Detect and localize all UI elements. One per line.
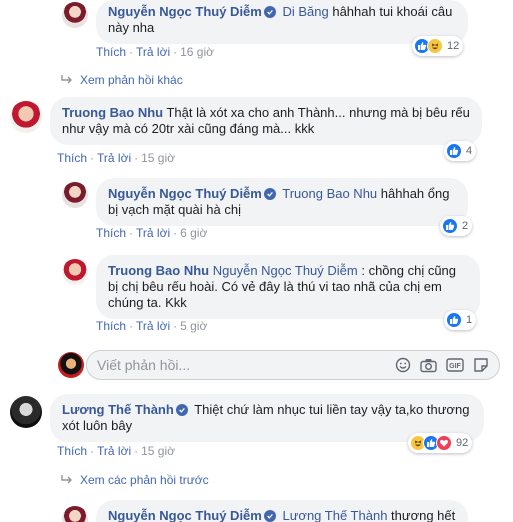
comment-bubble: Truong Bao Nhu Nguyễn Ngọc Thuý Diễm : c… — [96, 255, 480, 319]
mention-link[interactable]: Lương Thế Thành — [282, 508, 387, 522]
avatar[interactable] — [10, 396, 42, 428]
comment-bubble: Truong Bao Nhu Thật là xót xa cho anh Th… — [50, 97, 482, 145]
reply-composer: GIF — [86, 350, 500, 380]
sticker-icon[interactable] — [473, 357, 489, 373]
emoji-icon[interactable] — [395, 357, 411, 373]
reaction-summary[interactable]: 92 — [408, 433, 473, 453]
avatar[interactable] — [62, 2, 88, 28]
comment-author[interactable]: Nguyễn Ngọc Thuý Diễm — [108, 508, 262, 522]
avatar[interactable] — [62, 182, 88, 208]
comment-reply: Nguyễn Ngọc Thuý Diễm Lương Thế Thành th… — [62, 500, 468, 522]
comment-actions: Thích · Trả lời · 15 giờ — [57, 151, 175, 165]
avatar[interactable] — [62, 259, 88, 285]
comment-time[interactable]: 6 giờ — [180, 226, 207, 240]
verified-badge-icon — [263, 6, 276, 18]
comment-author[interactable]: Nguyễn Ngọc Thuý Diễm — [108, 4, 262, 19]
reaction-count: 1 — [466, 314, 473, 326]
comment-bubble: Nguyễn Ngọc Thuý Diễm Truong Bao Nhu hâh… — [96, 178, 468, 226]
comment-actions: Thích · Trả lời · 16 giờ — [96, 45, 214, 59]
current-user-avatar — [58, 352, 84, 378]
like-link[interactable]: Thích — [96, 319, 126, 333]
verified-badge-icon — [263, 510, 276, 522]
comment-time[interactable]: 15 giờ — [141, 444, 175, 458]
like-reaction-icon — [446, 312, 462, 328]
reply-arrow-icon — [61, 75, 72, 84]
reply-link[interactable]: Trả lời — [97, 444, 131, 458]
reaction-count: 4 — [466, 145, 473, 157]
like-link[interactable]: Thích — [96, 45, 126, 59]
haha-reaction-icon — [427, 38, 443, 54]
reply-link[interactable]: Trả lời — [136, 226, 170, 240]
comment-actions: Thích · Trả lời · 15 giờ — [57, 444, 175, 458]
like-link[interactable]: Thích — [96, 226, 126, 240]
avatar[interactable] — [62, 506, 88, 522]
comment-reply: Truong Bao Nhu Nguyễn Ngọc Thuý Diễm : c… — [62, 255, 480, 319]
like-reaction-icon — [442, 218, 458, 234]
avatar[interactable] — [10, 101, 42, 133]
like-link[interactable]: Thích — [57, 444, 87, 458]
like-link[interactable]: Thích — [57, 151, 87, 165]
reply-arrow-icon — [61, 475, 72, 484]
reply-input[interactable] — [97, 357, 395, 373]
mention-link[interactable]: Di Băng — [282, 4, 328, 19]
comment: Truong Bao Nhu Thật là xót xa cho anh Th… — [10, 97, 482, 145]
mention-link[interactable]: Truong Bao Nhu — [282, 186, 377, 201]
reply-link[interactable]: Trả lời — [136, 45, 170, 59]
like-reaction-icon — [446, 143, 462, 159]
camera-icon[interactable] — [420, 358, 437, 373]
reaction-summary[interactable]: 4 — [444, 141, 477, 161]
reply-link[interactable]: Trả lời — [136, 319, 170, 333]
svg-text:GIF: GIF — [449, 363, 461, 370]
comment-reply: Nguyễn Ngọc Thuý Diễm Truong Bao Nhu hâh… — [62, 178, 468, 226]
verified-badge-icon — [263, 188, 276, 200]
comment-actions: Thích · Trả lời · 5 giờ — [96, 319, 208, 333]
view-more-replies-link[interactable]: Xem phản hồi khác — [60, 73, 183, 87]
reaction-summary[interactable]: 2 — [440, 216, 473, 236]
view-previous-replies-link[interactable]: Xem các phản hồi trước — [60, 473, 209, 487]
reaction-summary[interactable]: 1 — [444, 310, 477, 330]
view-more-replies-label[interactable]: Xem phản hồi khác — [80, 73, 183, 87]
comment-time[interactable]: 5 giờ — [180, 319, 207, 333]
verified-badge-icon — [175, 404, 188, 416]
reaction-count: 92 — [456, 437, 469, 449]
view-previous-replies-label[interactable]: Xem các phản hồi trước — [80, 473, 209, 487]
comment-bubble: Nguyễn Ngọc Thuý Diễm Di Băng hâhhah tui… — [96, 0, 468, 44]
mention-link[interactable]: Nguyễn Ngọc Thuý Diễm — [213, 263, 358, 278]
comment-author[interactable]: Nguyễn Ngọc Thuý Diễm — [108, 186, 262, 201]
comment-time[interactable]: 15 giờ — [141, 151, 175, 165]
comment-author[interactable]: Truong Bao Nhu — [62, 105, 163, 120]
comment-author[interactable]: Lương Thế Thành — [62, 402, 174, 417]
comment-author[interactable]: Truong Bao Nhu — [108, 263, 209, 278]
love-reaction-icon — [436, 435, 452, 451]
reaction-summary[interactable]: 12 — [412, 36, 464, 56]
reply-link[interactable]: Trả lời — [97, 151, 131, 165]
comment-time[interactable]: 16 giờ — [180, 45, 214, 59]
gif-icon[interactable]: GIF — [446, 358, 464, 372]
reaction-count: 2 — [462, 220, 469, 232]
comment-actions: Thích · Trả lời · 6 giờ — [96, 226, 208, 240]
comment-bubble: Nguyễn Ngọc Thuý Diễm Lương Thế Thành th… — [96, 500, 468, 522]
comment-reply: Nguyễn Ngọc Thuý Diễm Di Băng hâhhah tui… — [62, 0, 468, 44]
composer-tools: GIF — [395, 357, 499, 373]
reaction-count: 12 — [447, 40, 460, 52]
